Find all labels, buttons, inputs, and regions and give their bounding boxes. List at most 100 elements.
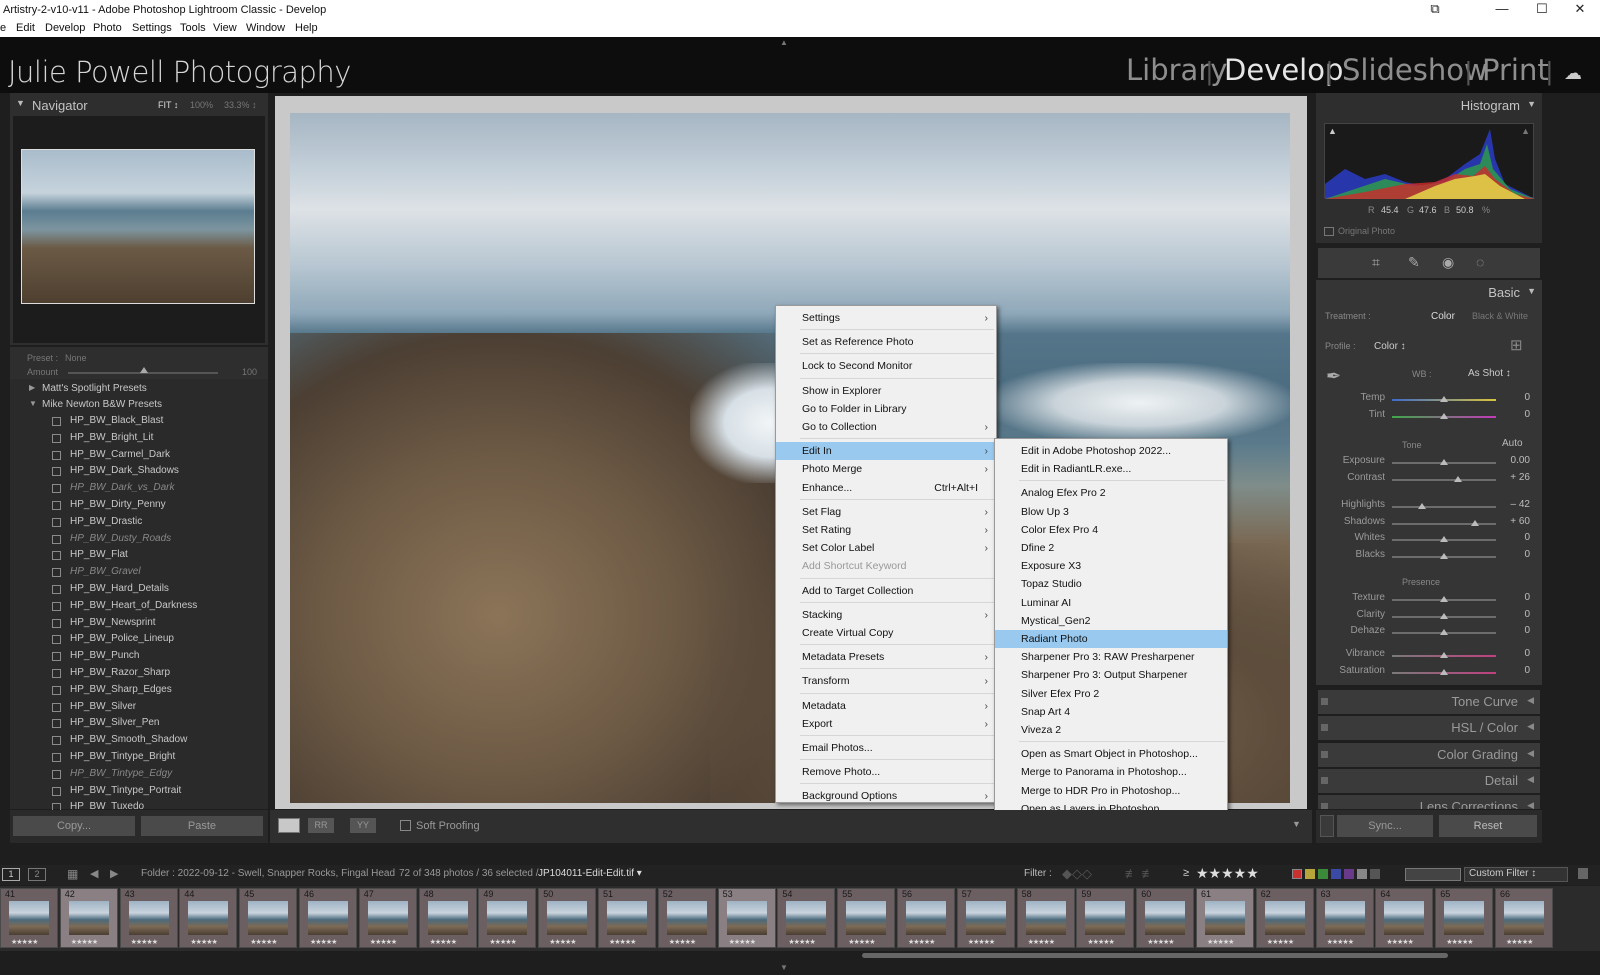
paste-button[interactable]: Paste (141, 816, 263, 836)
menu-tools[interactable]: Tools (180, 22, 206, 34)
slider-knob[interactable] (1440, 553, 1448, 559)
menu-item[interactable]: Edit In › (776, 442, 996, 461)
slider-exposure[interactable]: Exposure 0.00 (1320, 455, 1540, 471)
rating-filter-stars[interactable]: ★★★★★ (1196, 865, 1259, 882)
menu-item[interactable]: Sharpener Pro 3: Output Sharpener (995, 666, 1227, 684)
collapse-bottom-icon[interactable]: ▼ (780, 963, 788, 972)
menu-item[interactable]: Lock to Second Monitor (776, 357, 996, 375)
filmstrip-thumbnail[interactable]: 59 ★★★★★ (1076, 888, 1135, 948)
maximize-button[interactable]: ☐ (1522, 0, 1562, 20)
menu-item[interactable]: Set Flag › (776, 503, 996, 521)
filmstrip-thumbnail[interactable]: 51 ★★★★★ (598, 888, 656, 948)
slider-value[interactable]: 0 (1524, 609, 1530, 620)
menu-item[interactable]: Enhance... Ctrl+Alt+I (776, 479, 996, 497)
slider-knob[interactable] (1440, 396, 1448, 402)
menu-item[interactable]: Analog Efex Pro 2 (995, 484, 1227, 502)
restore-window-icon[interactable]: ⧉ (1415, 0, 1455, 20)
zoom-fit[interactable]: FIT ↕ (158, 100, 178, 110)
slider-track[interactable] (1392, 506, 1496, 508)
slider-blacks[interactable]: Blacks 0 (1320, 549, 1540, 565)
filmstrip-thumbnail[interactable]: 47 ★★★★★ (358, 888, 417, 948)
wb-eyedropper-icon[interactable]: ✒ (1326, 366, 1341, 387)
panel-switch-icon[interactable] (1321, 724, 1328, 731)
slider-tint[interactable]: Tint 0 (1320, 409, 1540, 425)
slider-value[interactable]: 0 (1524, 625, 1530, 636)
histogram-graph[interactable]: ▲ ▲ (1324, 123, 1535, 199)
filmstrip-thumbnail[interactable]: 53 ★★★★★ (717, 888, 776, 948)
filmstrip-thumbnail[interactable]: 43 ★★★★★ (119, 888, 178, 948)
grid-view-icon[interactable]: ▦ (67, 867, 78, 881)
filmstrip-thumbnail[interactable]: 42 ★★★★★ (59, 888, 118, 948)
screen2-button[interactable]: 2 (28, 868, 46, 881)
minimize-button[interactable]: — (1482, 0, 1522, 20)
slider-value[interactable]: + 60 (1510, 516, 1530, 527)
crop-icon[interactable]: ⌗ (1372, 254, 1380, 271)
slider-knob[interactable] (1440, 459, 1448, 465)
back-arrow-icon[interactable]: ◀ (90, 867, 98, 880)
filmstrip-thumbnail[interactable]: 46 ★★★★★ (299, 888, 357, 948)
menu-item[interactable]: Merge to HDR Pro in Photoshop... (995, 782, 1227, 800)
filmstrip-thumbnail[interactable]: 65 ★★★★★ (1435, 888, 1494, 948)
profile-browser-icon[interactable]: ⊞ (1510, 336, 1523, 354)
menu-settings[interactable]: Settings (132, 22, 172, 34)
filmstrip-thumbnail[interactable]: 62 ★★★★★ (1255, 888, 1314, 948)
menu-item[interactable]: Sharpener Pro 3: RAW Presharpener (995, 648, 1227, 666)
preset-group-mike[interactable]: Mike Newton B&W Presets (42, 399, 162, 410)
menu-help[interactable]: Help (295, 22, 318, 34)
filmstrip-thumbnail[interactable]: 61 ★★★★★ (1196, 888, 1254, 948)
menu-item[interactable]: Blow Up 3 (995, 503, 1227, 521)
menu-item[interactable]: Stacking › (776, 606, 996, 624)
slider-value[interactable]: 0 (1524, 532, 1530, 543)
menu-item[interactable]: Background Options › (776, 787, 996, 805)
slider-value[interactable]: 0 (1524, 665, 1530, 676)
filmstrip-thumbnail[interactable]: 50 ★★★★★ (538, 888, 597, 948)
slider-knob[interactable] (1418, 503, 1427, 509)
navigator-preview[interactable] (21, 149, 255, 304)
menu-develop[interactable]: Develop (45, 22, 85, 34)
menu-item[interactable]: Luminar AI (995, 594, 1227, 612)
filmstrip-thumbnail[interactable]: 64 ★★★★★ (1375, 888, 1434, 948)
menu-item[interactable]: Add to Target Collection (776, 582, 996, 600)
forward-arrow-icon[interactable]: ▶ (110, 867, 118, 880)
filmstrip-thumbnail[interactable]: 54 ★★★★★ (777, 888, 836, 948)
menu-item[interactable]: Color Efex Pro 4 (995, 521, 1227, 539)
menu-item[interactable]: Radiant Photo (995, 630, 1227, 648)
current-file[interactable]: JP104011-Edit-Edit.tif ▾ (538, 868, 642, 879)
collapse-top-icon[interactable]: ▲ (780, 38, 788, 47)
panel-color-grading[interactable]: Color Grading ◀ (1318, 743, 1540, 767)
toolbar-menu-icon[interactable]: ▼ (1292, 819, 1301, 829)
slider-knob[interactable] (1453, 476, 1462, 482)
panel-switch-icon[interactable] (1321, 803, 1328, 809)
healing-icon[interactable]: ✎ (1408, 254, 1420, 271)
slider-knob[interactable] (1440, 669, 1448, 675)
wb-select[interactable]: As Shot ↕ (1468, 368, 1511, 379)
panel-switch-icon[interactable] (1321, 698, 1328, 705)
slider-value[interactable]: 0.00 (1511, 455, 1530, 466)
slider-value[interactable]: 0 (1524, 592, 1530, 603)
profile-select[interactable]: Color ↕ (1374, 341, 1406, 352)
filmstrip-thumbnail[interactable]: 66 ★★★★★ (1495, 888, 1553, 948)
panel-lens-corrections[interactable]: Lens Corrections ◀ (1318, 795, 1540, 809)
reset-button[interactable]: Reset (1439, 815, 1537, 837)
filmstrip-thumbnail[interactable]: 52 ★★★★★ (657, 888, 716, 948)
compare-view-icon[interactable]: RR (308, 818, 334, 833)
filmstrip-thumbnail[interactable]: 57 ★★★★★ (956, 888, 1015, 948)
menu-item[interactable]: Exposure X3 (995, 557, 1227, 575)
filter-kind-icons[interactable] (1405, 868, 1461, 881)
menu-item[interactable]: Remove Photo... (776, 763, 996, 781)
filmstrip-thumbnail[interactable]: 48 ★★★★★ (418, 888, 477, 948)
survey-view-icon[interactable]: YY (350, 818, 376, 833)
menu-photo[interactable]: Photo (93, 22, 122, 34)
slider-value[interactable]: 0 (1524, 549, 1530, 560)
menu-item[interactable]: Mystical_Gen2 (995, 612, 1227, 630)
folder-path[interactable]: Folder : 2022-09-12 - Swell, Snapper Roc… (141, 868, 395, 879)
menu-item[interactable]: Viveza 2 (995, 721, 1227, 739)
screen1-button[interactable]: 1 (2, 868, 20, 881)
menu-item[interactable]: Dfine 2 (995, 539, 1227, 557)
original-photo-checkbox[interactable] (1324, 227, 1334, 236)
module-print[interactable]: Print (1482, 53, 1549, 87)
filmstrip-scrollbar[interactable] (862, 953, 1448, 958)
menu-item[interactable]: Export › (776, 715, 996, 733)
menu-item[interactable]: Set as Reference Photo (776, 333, 996, 351)
zoom-100[interactable]: 100% (190, 100, 213, 110)
